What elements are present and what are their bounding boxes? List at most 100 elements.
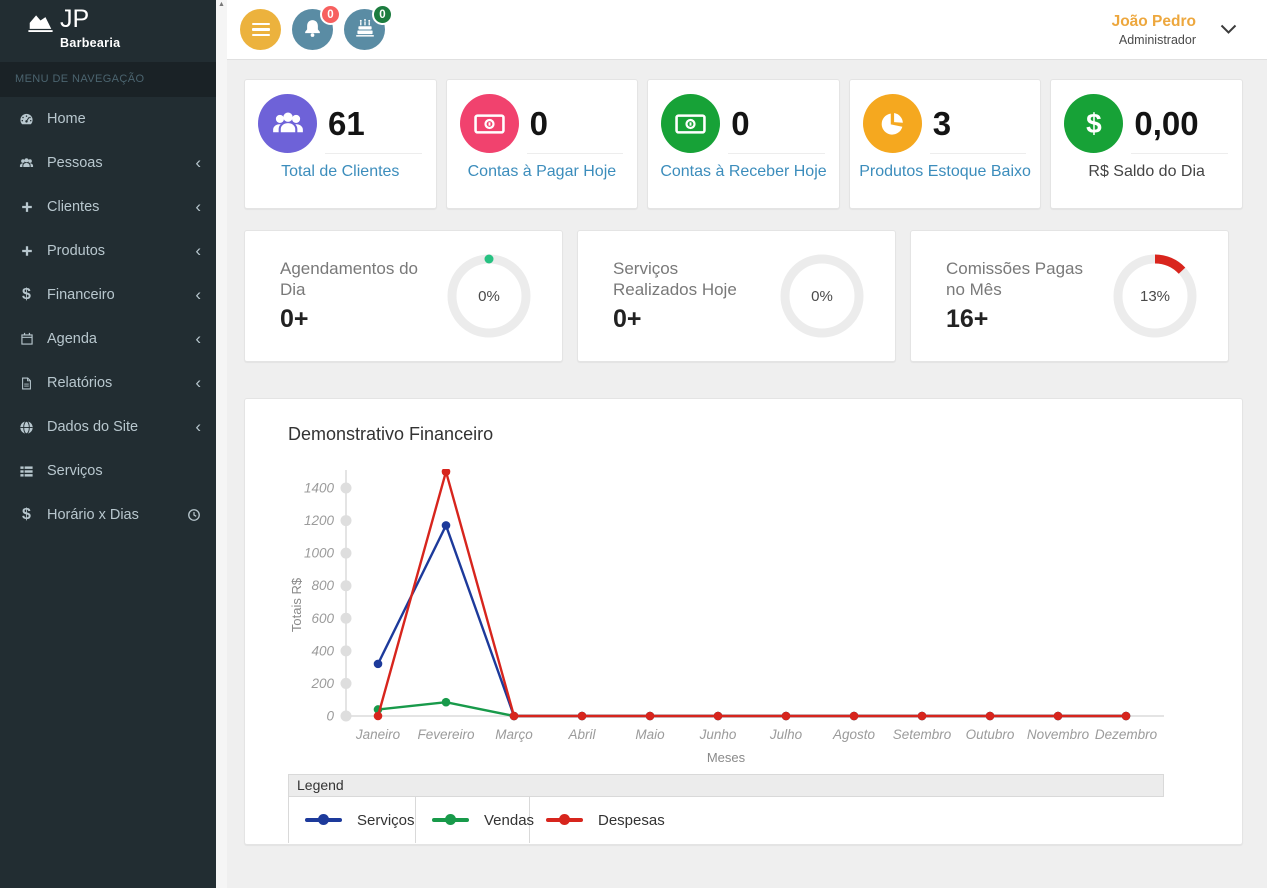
chart-legend: Legend Serviços Vendas Despesas [288,774,1164,843]
sidebar-item-home[interactable]: Home [0,97,216,141]
pie-chart-icon [863,94,922,153]
divider [325,153,422,154]
stat-card-total-clientes[interactable]: 61 Total de Clientes [244,79,437,209]
dollar-icon: $ [1064,94,1123,153]
stat-label: R$ Saldo do Dia [1051,163,1242,181]
progress-ring: 0% [779,253,865,339]
globe-icon [15,420,38,435]
user-menu[interactable]: João Pedro Administrador [1112,13,1237,47]
svg-text:1000: 1000 [304,546,335,561]
sidebar-item-clientes[interactable]: Clientes ‹ [0,185,216,229]
svg-text:Fevereiro: Fevereiro [417,727,475,742]
line-marker-icon [305,818,342,822]
logo-initials: JP [60,5,89,34]
stat-card-estoque-baixo[interactable]: 3 Produtos Estoque Baixo [849,79,1042,209]
chevron-left-icon: ‹ [195,200,201,214]
svg-text:0%: 0% [478,288,500,305]
svg-text:Setembro: Setembro [893,727,952,742]
legend-title: Legend [288,774,1164,797]
svg-text:13%: 13% [1140,288,1170,305]
svg-text:Totais R$: Totais R$ [289,577,304,632]
stat-label-link[interactable]: Contas à Receber Hoje [648,163,839,181]
bell-icon [302,18,323,42]
app-logo[interactable]: JP Barbearia [0,0,216,62]
stat-label-link[interactable]: Total de Clientes [245,163,436,181]
sidebar-scrollbar[interactable]: ▲ [216,0,227,888]
svg-text:Novembro: Novembro [1027,727,1090,742]
svg-text:Dezembro: Dezembro [1095,727,1158,742]
gauge-title: Agendamentos do [280,258,446,279]
sidebar: JP Barbearia MENU DE NAVEGAÇÃO Home Pess… [0,0,216,888]
legend-label: Vendas [484,812,534,829]
list-icon [15,464,38,479]
stat-card-contas-pagar[interactable]: 0 Contas à Pagar Hoje [446,79,639,209]
chevron-down-icon [1220,24,1237,35]
plus-icon [15,244,38,258]
gauge-card-servicos-hoje: Serviços Realizados Hoje 0+ 0% [577,230,896,362]
gauge-card-comissoes: Comissões Pagas no Mês 16+ 13% [910,230,1229,362]
line-marker-icon [432,818,469,822]
user-role: Administrador [1112,33,1196,47]
svg-text:1200: 1200 [304,513,335,528]
dollar-icon: $ [15,506,38,524]
svg-text:Meses: Meses [707,750,746,765]
gauge-title: Realizados Hoje [613,279,779,300]
gauge-title: Dia [280,279,446,300]
top-header: 0 0 João Pedro Administrador [227,0,1267,60]
sidebar-item-produtos[interactable]: Produtos ‹ [0,229,216,273]
sidebar-item-agenda[interactable]: Agenda ‹ [0,317,216,361]
hamburger-icon [252,23,270,37]
stat-card-saldo-dia[interactable]: $ 0,00 R$ Saldo do Dia [1050,79,1243,209]
sidebar-item-label: Dados do Site [47,419,138,435]
divider [527,153,624,154]
progress-ring: 13% [1112,253,1198,339]
stat-label-link[interactable]: Produtos Estoque Baixo [850,163,1041,181]
gauge-value: 0+ [613,305,779,334]
stat-value: 0 [530,105,548,143]
gauge-title: Comissões Pagas [946,258,1112,279]
chevron-left-icon: ‹ [195,332,201,346]
svg-text:Abril: Abril [567,727,596,742]
chevron-left-icon: ‹ [195,244,201,258]
menu-toggle-button[interactable] [240,9,281,50]
chevron-left-icon: ‹ [195,288,201,302]
notifications-button[interactable]: 0 [292,9,333,50]
legend-item-vendas: Vendas [416,797,530,843]
svg-text:1400: 1400 [304,481,335,496]
divider [1131,153,1228,154]
svg-text:0%: 0% [811,288,833,305]
sidebar-item-label: Agenda [47,331,97,347]
stat-value: 0 [731,105,749,143]
stat-label-link[interactable]: Contas à Pagar Hoje [447,163,638,181]
svg-text:Agosto: Agosto [832,727,876,742]
sidebar-item-horario-x-dias[interactable]: $ Horário x Dias [0,493,216,537]
stat-value: 61 [328,105,365,143]
gauge-card-agendamentos: Agendamentos do Dia 0+ 0% [244,230,563,362]
sidebar-item-label: Relatórios [47,375,112,391]
chart-title: Demonstrativo Financeiro [245,399,1242,445]
stat-card-contas-receber[interactable]: 0 Contas à Receber Hoje [647,79,840,209]
notifications-badge: 0 [320,4,341,25]
user-name: João Pedro [1112,13,1196,31]
sidebar-item-dados-do-site[interactable]: Dados do Site ‹ [0,405,216,449]
birthdays-button[interactable]: 0 [344,9,385,50]
users-icon [258,94,317,153]
gauge-title: Serviços [613,258,779,279]
svg-text:200: 200 [310,676,334,691]
file-pdf-icon [15,376,38,391]
users-icon [15,156,38,171]
legend-label: Serviços [357,812,415,829]
sidebar-item-relatorios[interactable]: Relatórios ‹ [0,361,216,405]
plus-icon [15,200,38,214]
legend-item-despesas: Despesas [530,797,750,843]
line-marker-icon [546,818,583,822]
sidebar-item-label: Pessoas [47,155,103,171]
stat-value: 0,00 [1134,105,1198,143]
sidebar-item-label: Home [47,111,86,127]
finance-chart-card: Demonstrativo Financeiro 020040060080010… [244,398,1243,845]
sidebar-item-servicos[interactable]: Serviços [0,449,216,493]
sidebar-item-pessoas[interactable]: Pessoas ‹ [0,141,216,185]
stat-cards-row: 61 Total de Clientes 0 Contas à Pagar Ho… [244,79,1243,209]
money-bill-icon [460,94,519,153]
sidebar-item-financeiro[interactable]: $ Financeiro ‹ [0,273,216,317]
